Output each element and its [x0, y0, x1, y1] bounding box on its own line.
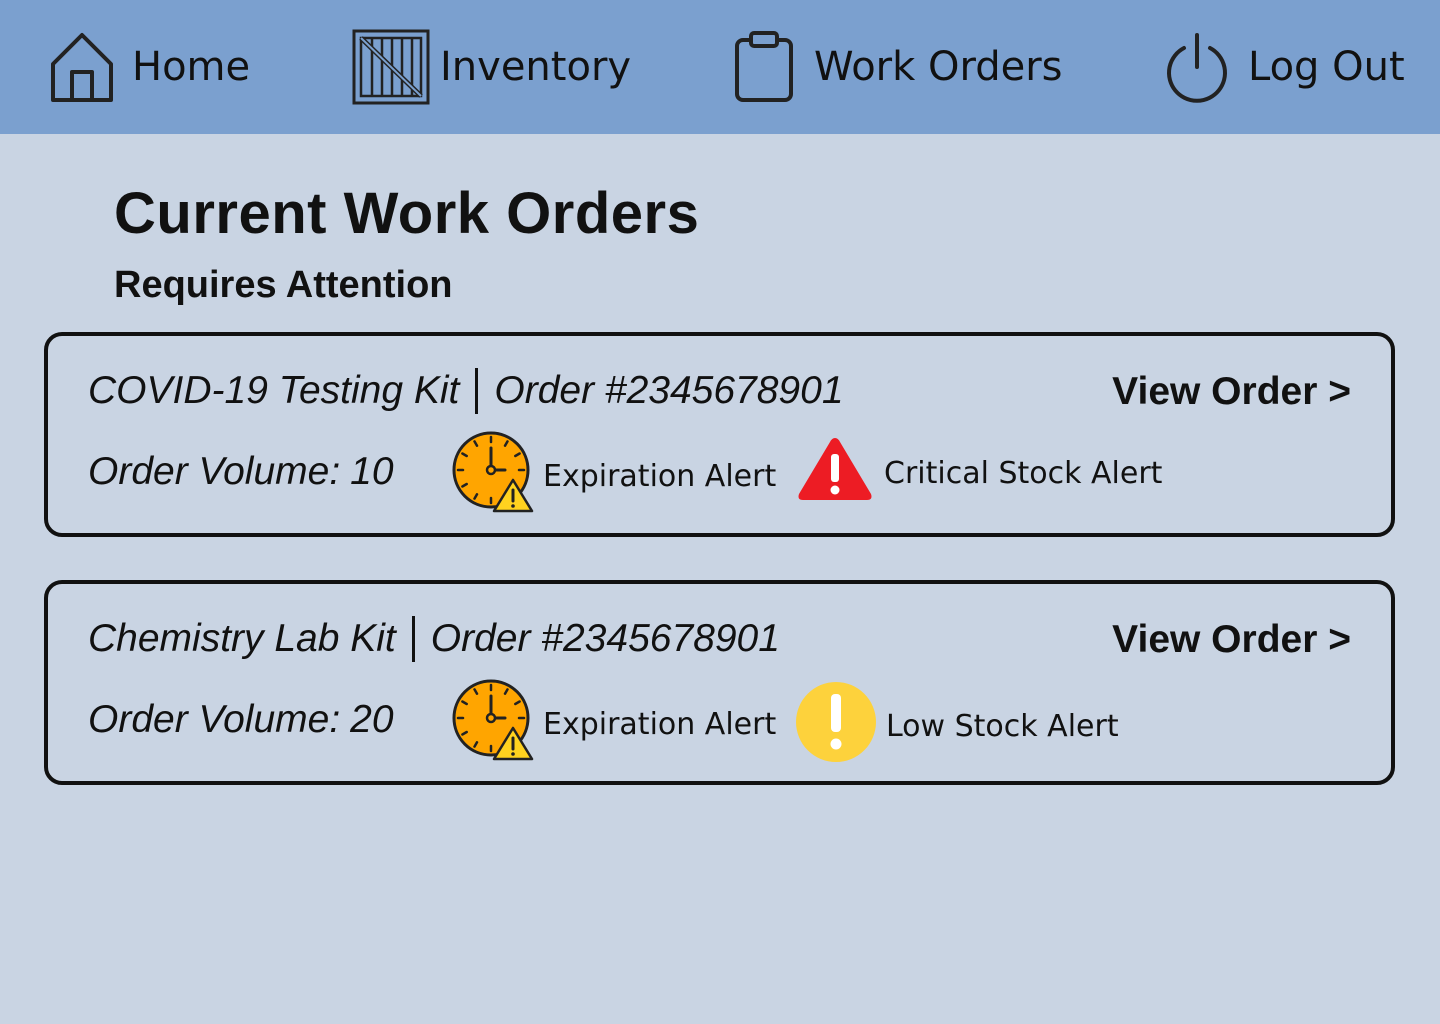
nav-log-out-label: Log Out [1248, 44, 1405, 90]
product-name: Chemistry Lab Kit [88, 617, 396, 660]
clipboard-icon [734, 31, 794, 103]
expiration-alert: Expiration Alert [451, 678, 776, 770]
expiration-clock-icon [451, 678, 535, 770]
view-order-link[interactable]: View Order > [1112, 370, 1351, 414]
order-volume-label: Order Volume: [88, 450, 341, 493]
critical-warning-icon [796, 434, 874, 512]
order-number: Order #2345678901 [430, 617, 780, 660]
view-order-link[interactable]: View Order > [1112, 618, 1351, 662]
expiration-alert: Expiration Alert [451, 430, 776, 522]
expiration-alert-label: Expiration Alert [543, 706, 777, 742]
title-divider [475, 368, 479, 414]
order-card: Chemistry Lab Kit Order #2345678901 View… [44, 580, 1395, 785]
low-stock-alert-label: Low Stock Alert [886, 708, 1119, 744]
expiration-alert-label: Expiration Alert [543, 458, 777, 494]
product-name: COVID-19 Testing Kit [88, 369, 460, 412]
crate-icon [352, 29, 430, 105]
nav-home-label: Home [132, 44, 251, 90]
expiration-clock-icon [451, 430, 535, 522]
critical-stock-alert: Critical Stock Alert [796, 434, 1162, 512]
order-volume-value: 10 [350, 450, 394, 493]
order-volume: Order Volume: 10 [88, 450, 394, 494]
order-volume: Order Volume: 20 [88, 698, 394, 742]
low-stock-alert: Low Stock Alert [796, 682, 1119, 770]
title-divider [411, 616, 415, 662]
order-title: COVID-19 Testing Kit Order #2345678901 [88, 368, 844, 414]
nav-work-orders-label: Work Orders [814, 44, 1063, 90]
power-icon [1164, 31, 1230, 103]
nav-inventory[interactable]: Inventory [352, 0, 631, 134]
critical-stock-alert-label: Critical Stock Alert [884, 455, 1163, 491]
nav-log-out[interactable]: Log Out [1164, 0, 1405, 134]
order-card: COVID-19 Testing Kit Order #2345678901 V… [44, 332, 1395, 537]
nav-home[interactable]: Home [48, 0, 250, 134]
top-navbar: Home Inventory Work Orders Log Out [0, 0, 1440, 134]
section-title: Requires Attention [114, 264, 453, 306]
low-stock-exclamation-icon [796, 682, 876, 770]
order-volume-value: 20 [350, 698, 394, 741]
order-number: Order #2345678901 [494, 369, 844, 412]
page-title: Current Work Orders [114, 181, 700, 246]
order-volume-label: Order Volume: [88, 698, 341, 741]
nav-inventory-label: Inventory [440, 44, 632, 90]
home-icon [48, 30, 116, 104]
order-title: Chemistry Lab Kit Order #2345678901 [88, 616, 780, 662]
nav-work-orders[interactable]: Work Orders [734, 0, 1063, 134]
